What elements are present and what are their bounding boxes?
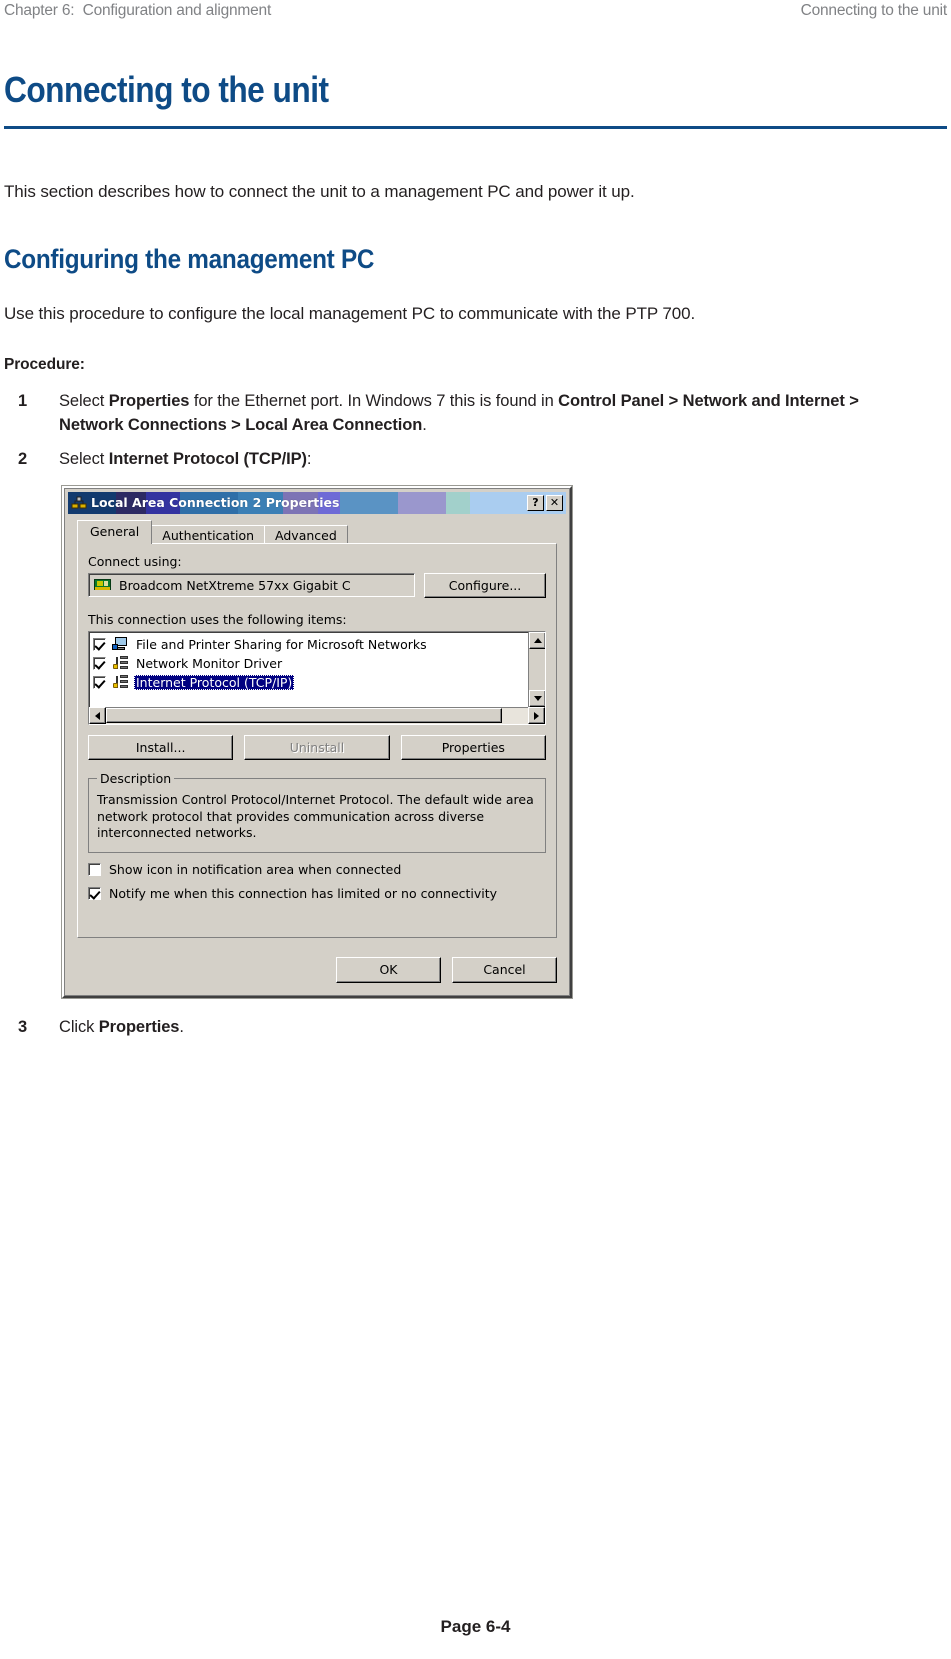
items-label: This connection uses the following items… — [88, 611, 347, 627]
network-items-listbox[interactable]: File and Printer Sharing for Microsoft N… — [88, 630, 546, 725]
protocol-icon — [112, 656, 128, 670]
close-icon[interactable]: ✕ — [546, 494, 563, 511]
running-header: Chapter 6: Configuration and alignment C… — [0, 0, 951, 28]
description-text: Transmission Control Protocol/Internet P… — [97, 791, 534, 841]
step-text: Click Properties. — [59, 1018, 184, 1037]
option-notify-row[interactable]: Notify me when this connection has limit… — [88, 886, 546, 901]
file-printer-sharing-icon — [112, 637, 128, 651]
procedure-step-list: 1 Select Properties for the Ethernet por… — [4, 390, 947, 472]
adapter-name: Broadcom NetXtreme 57xx Gigabit C — [119, 577, 351, 593]
list-item[interactable]: Network Monitor Driver — [93, 654, 528, 673]
dialog-screenshot-figure: Local Area Connection 2 Properties ? ✕ G… — [62, 485, 947, 999]
dialog-title: Local Area Connection 2 Properties — [91, 495, 340, 511]
option-show-icon-row[interactable]: Show icon in notification area when conn… — [88, 862, 546, 877]
dialog-footer-buttons: OK Cancel — [68, 947, 566, 992]
step-text: Select Internet Protocol (TCP/IP): — [59, 450, 312, 469]
list-item: 1 Select Properties for the Ethernet por… — [4, 390, 947, 438]
item-checkbox[interactable] — [93, 637, 106, 651]
step-number: 1 — [18, 392, 28, 411]
listbox-vertical-scrollbar[interactable] — [528, 631, 545, 707]
scroll-right-icon[interactable] — [528, 707, 545, 725]
install-button[interactable]: Install... — [88, 734, 234, 760]
intro-paragraph: This section describes how to connect th… — [4, 182, 635, 202]
procedure-step-list-continued: 3 Click Properties. — [4, 1016, 947, 1040]
scroll-up-icon[interactable] — [529, 631, 545, 649]
hscroll-thumb[interactable] — [106, 708, 502, 724]
list-item[interactable]: File and Printer Sharing for Microsoft N… — [93, 635, 528, 654]
item-action-buttons: Install... Uninstall Properties — [88, 734, 546, 760]
notify-label: Notify me when this connection has limit… — [109, 886, 498, 902]
list-item: 3 Click Properties. — [4, 1016, 947, 1040]
dialog-tabs: General Authentication Advanced — [77, 519, 557, 546]
scroll-left-icon[interactable] — [89, 707, 106, 725]
network-adapter-icon — [94, 578, 112, 592]
connect-using-label: Connect using: — [88, 553, 182, 569]
step-number: 3 — [18, 1018, 28, 1037]
section-intro-paragraph: Use this procedure to configure the loca… — [4, 304, 696, 324]
step-text: Select Properties for the Ethernet port.… — [59, 392, 859, 435]
configure-button[interactable]: Configure... — [424, 572, 546, 598]
item-label: File and Printer Sharing for Microsoft N… — [136, 636, 427, 652]
description-groupbox: Description Transmission Control Protoco… — [88, 770, 546, 854]
show-icon-checkbox[interactable] — [88, 863, 101, 877]
properties-button[interactable]: Properties — [400, 734, 546, 760]
page-footer: Page 6-4 — [440, 1617, 511, 1636]
tab-general[interactable]: General — [77, 519, 153, 544]
item-label: Network Monitor Driver — [136, 655, 283, 671]
uninstall-button: Uninstall — [244, 734, 390, 760]
scroll-down-icon[interactable] — [529, 689, 545, 707]
listbox-horizontal-scrollbar[interactable] — [89, 706, 545, 725]
step-number: 2 — [18, 450, 28, 469]
header-chapter-label: Chapter 6: Configuration and alignment — [4, 2, 272, 19]
procedure-label: Procedure: — [4, 356, 85, 374]
page-title: Connecting to the unit — [4, 69, 329, 110]
title-rule — [4, 126, 947, 130]
item-checkbox[interactable] — [93, 675, 106, 689]
tab-panel-general: Connect using: Broadcom NetXtreme 57xx G… — [77, 542, 557, 939]
header-section-label: Connecting to the unit — [800, 2, 948, 19]
help-button[interactable]: ? — [527, 494, 544, 511]
ok-button[interactable]: OK — [336, 957, 441, 984]
notify-checkbox[interactable] — [88, 887, 101, 901]
protocol-icon — [112, 675, 128, 689]
list-item: 2 Select Internet Protocol (TCP/IP): — [4, 448, 947, 472]
item-checkbox[interactable] — [93, 656, 106, 670]
adapter-display-field: Broadcom NetXtreme 57xx Gigabit C — [88, 573, 415, 598]
document-body: Connecting to the unit This section desc… — [4, 69, 947, 1050]
list-item[interactable]: Internet Protocol (TCP/IP) — [93, 673, 528, 692]
item-label: Internet Protocol (TCP/IP) — [134, 674, 295, 690]
description-legend: Description — [100, 770, 172, 786]
cancel-button[interactable]: Cancel — [452, 957, 557, 984]
section-title: Configuring the management PC — [4, 244, 375, 275]
network-connection-icon — [71, 495, 87, 511]
dialog-titlebar[interactable]: Local Area Connection 2 Properties ? ✕ — [68, 491, 566, 514]
show-icon-label: Show icon in notification area when conn… — [109, 862, 402, 878]
local-area-connection-properties-dialog: Local Area Connection 2 Properties ? ✕ G… — [62, 485, 572, 999]
